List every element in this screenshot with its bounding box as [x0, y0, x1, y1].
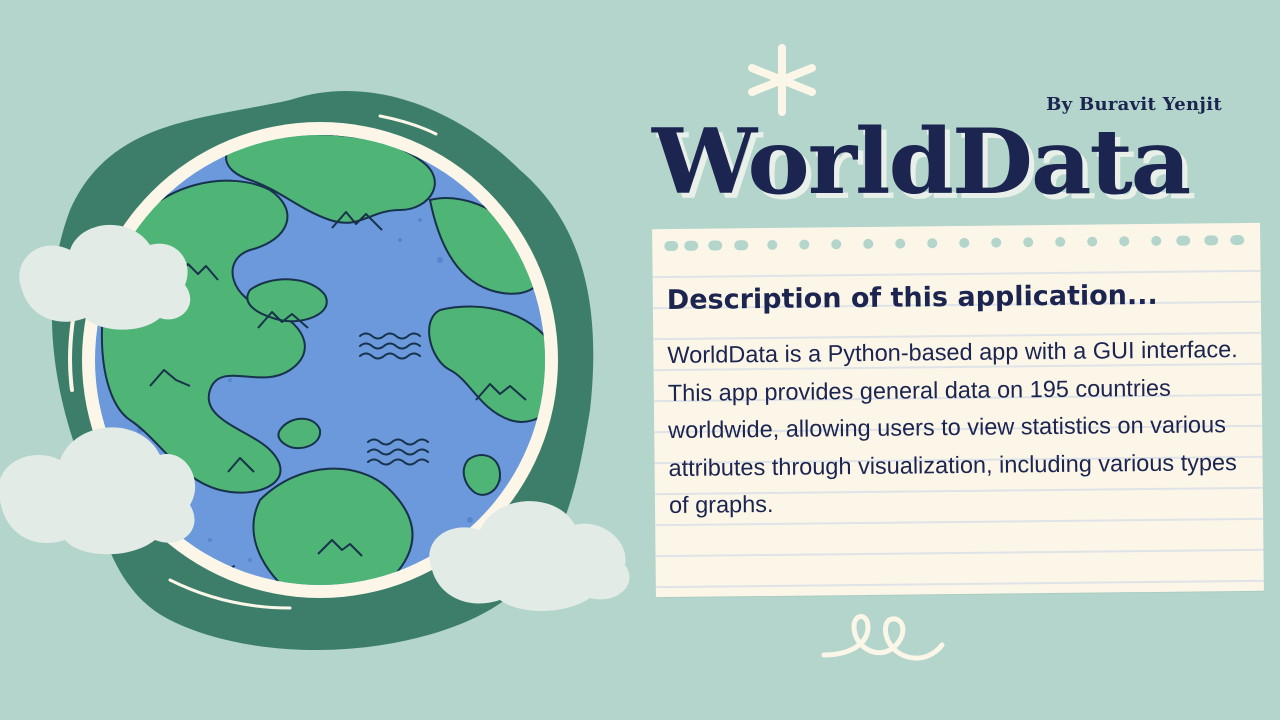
sparkle-icon: [748, 44, 816, 116]
description-text: WorldData is a Python-based app with a G…: [667, 336, 1238, 519]
description-heading: Description of this application...: [666, 279, 1158, 317]
notebook-paper-card: Description of this application... World…: [652, 222, 1264, 598]
swirl-doodle-icon: [821, 614, 945, 661]
perforation-holes: [664, 235, 1245, 252]
app-title: WorldData: [652, 109, 1191, 215]
presentation-slide: By Buravit Yenjit WorldData Description …: [0, 0, 1280, 720]
earth-globe-icon: [0, 90, 630, 650]
